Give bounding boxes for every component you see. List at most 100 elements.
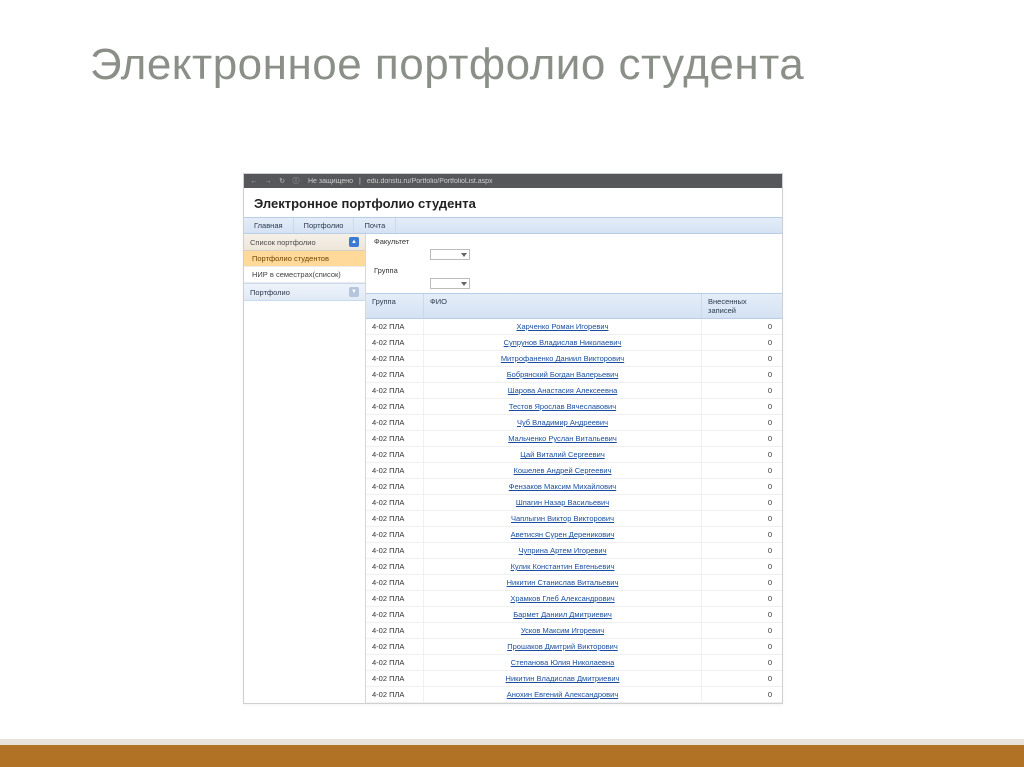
cell-group: 4-02 ПЛА	[366, 639, 424, 654]
cell-group: 4-02 ПЛА	[366, 575, 424, 590]
sidebar-footer[interactable]: Портфолио ▼	[244, 283, 365, 301]
cell-group: 4-02 ПЛА	[366, 319, 424, 334]
sidebar-footer-label: Портфолио	[250, 288, 290, 297]
col-header-fio[interactable]: ФИО	[424, 294, 702, 318]
table-row: 4-02 ПЛАЦай Виталий Сергеевич0	[366, 447, 782, 463]
cell-count: 0	[702, 479, 782, 494]
cell-fio-link[interactable]: Бармет Даниил Дмитриевич	[424, 607, 702, 622]
table-row: 4-02 ПЛАЧаплыгин Виктор Викторович0	[366, 511, 782, 527]
cell-fio-link[interactable]: Храмков Глеб Александрович	[424, 591, 702, 606]
cell-group: 4-02 ПЛА	[366, 687, 424, 702]
back-icon[interactable]: ←	[250, 177, 258, 185]
sidebar-item-student-portfolio[interactable]: Портфолио студентов	[244, 251, 365, 267]
table-row: 4-02 ПЛАПрошаков Дмитрий Викторович0	[366, 639, 782, 655]
faculty-select[interactable]	[430, 249, 470, 260]
cell-group: 4-02 ПЛА	[366, 495, 424, 510]
filter-faculty-row: Факультет	[366, 234, 782, 249]
cell-count: 0	[702, 639, 782, 654]
cell-fio-link[interactable]: Никитин Владислав Дмитриевич	[424, 671, 702, 686]
cell-fio-link[interactable]: Усков Максим Игоревич	[424, 623, 702, 638]
cell-fio-link[interactable]: Чаплыгин Виктор Викторович	[424, 511, 702, 526]
cell-fio-link[interactable]: Митрофаненко Даниил Викторович	[424, 351, 702, 366]
cell-fio-link[interactable]: Фензаков Максим Михайлович	[424, 479, 702, 494]
collapse-up-icon[interactable]: ▲	[349, 237, 359, 247]
cell-fio-link[interactable]: Чуприна Артем Игоревич	[424, 543, 702, 558]
slide-title: Электронное портфолио студента	[90, 40, 804, 91]
cell-group: 4-02 ПЛА	[366, 431, 424, 446]
cell-fio-link[interactable]: Шарова Анастасия Алексеевна	[424, 383, 702, 398]
cell-group: 4-02 ПЛА	[366, 607, 424, 622]
reload-icon[interactable]: ↻	[278, 177, 286, 185]
cell-group: 4-02 ПЛА	[366, 335, 424, 350]
cell-group: 4-02 ПЛА	[366, 351, 424, 366]
sidebar-header-label: Список портфолио	[250, 238, 316, 247]
collapse-down-icon[interactable]: ▼	[349, 287, 359, 297]
col-header-group[interactable]: Группа	[366, 294, 424, 318]
insecure-icon: ⓘ	[292, 177, 300, 185]
cell-fio-link[interactable]: Анохин Евгений Александрович	[424, 687, 702, 702]
cell-count: 0	[702, 655, 782, 670]
table-row: 4-02 ПЛАСупрунов Владислав Николаевич0	[366, 335, 782, 351]
cell-fio-link[interactable]: Супрунов Владислав Николаевич	[424, 335, 702, 350]
cell-fio-link[interactable]: Шпагин Назар Васильевич	[424, 495, 702, 510]
tab-mail[interactable]: Почта	[354, 218, 396, 233]
cell-count: 0	[702, 335, 782, 350]
table-row: 4-02 ПЛАМальченко Руслан Витальевич0	[366, 431, 782, 447]
cell-fio-link[interactable]: Кошелев Андрей Сергеевич	[424, 463, 702, 478]
cell-group: 4-02 ПЛА	[366, 591, 424, 606]
cell-fio-link[interactable]: Никитин Станислав Витальевич	[424, 575, 702, 590]
sidebar-header[interactable]: Список портфолио ▲	[244, 234, 365, 251]
sidebar-item-nir[interactable]: НИР в семестрах(список)	[244, 267, 365, 283]
cell-count: 0	[702, 415, 782, 430]
cell-fio-link[interactable]: Степанова Юлия Николаевна	[424, 655, 702, 670]
address-bar[interactable]: edu.donstu.ru/Portfolio/PortfolioList.as…	[367, 178, 776, 185]
cell-fio-link[interactable]: Кулик Константин Евгеньевич	[424, 559, 702, 574]
table-row: 4-02 ПЛАЧуб Владимир Андреевич0	[366, 415, 782, 431]
table-row: 4-02 ПЛАМитрофаненко Даниил Викторович0	[366, 351, 782, 367]
cell-count: 0	[702, 671, 782, 686]
cell-count: 0	[702, 687, 782, 702]
sidebar: Список портфолио ▲ Портфолио студентов Н…	[244, 234, 366, 703]
table-row: 4-02 ПЛААветисян Сурен Дереникович0	[366, 527, 782, 543]
content-area: Факультет Группа Группа ФИО Внесенных за…	[366, 234, 782, 703]
cell-group: 4-02 ПЛА	[366, 511, 424, 526]
tab-portfolio[interactable]: Портфолио	[294, 218, 355, 233]
cell-group: 4-02 ПЛА	[366, 415, 424, 430]
cell-group: 4-02 ПЛА	[366, 383, 424, 398]
table-row: 4-02 ПЛАСтепанова Юлия Николаевна0	[366, 655, 782, 671]
cell-fio-link[interactable]: Харченко Роман Игоревич	[424, 319, 702, 334]
browser-screenshot: ← → ↻ ⓘ Не защищено | edu.donstu.ru/Port…	[243, 173, 783, 704]
table-row: 4-02 ПЛАНикитин Станислав Витальевич0	[366, 575, 782, 591]
cell-count: 0	[702, 431, 782, 446]
cell-group: 4-02 ПЛА	[366, 447, 424, 462]
cell-count: 0	[702, 527, 782, 542]
col-header-count[interactable]: Внесенных записей	[702, 294, 782, 318]
table-row: 4-02 ПЛАТестов Ярослав Вячеславович0	[366, 399, 782, 415]
table-row: 4-02 ПЛАКошелев Андрей Сергеевич0	[366, 463, 782, 479]
forward-icon[interactable]: →	[264, 177, 272, 185]
cell-fio-link[interactable]: Цай Виталий Сергеевич	[424, 447, 702, 462]
cell-count: 0	[702, 559, 782, 574]
cell-count: 0	[702, 623, 782, 638]
cell-count: 0	[702, 543, 782, 558]
table-row: 4-02 ПЛАХарченко Роман Игоревич0	[366, 319, 782, 335]
group-label: Группа	[374, 266, 398, 275]
group-select[interactable]	[430, 278, 470, 289]
insecure-label: Не защищено	[308, 178, 353, 185]
cell-fio-link[interactable]: Бобрянский Богдан Валерьевич	[424, 367, 702, 382]
tab-main[interactable]: Главная	[244, 218, 294, 233]
cell-group: 4-02 ПЛА	[366, 479, 424, 494]
cell-fio-link[interactable]: Прошаков Дмитрий Викторович	[424, 639, 702, 654]
cell-fio-link[interactable]: Тестов Ярослав Вячеславович	[424, 399, 702, 414]
grid-header: Группа ФИО Внесенных записей	[366, 293, 782, 319]
cell-fio-link[interactable]: Чуб Владимир Андреевич	[424, 415, 702, 430]
table-row: 4-02 ПЛААнохин Евгений Александрович0	[366, 687, 782, 703]
grid-body: 4-02 ПЛАХарченко Роман Игоревич04-02 ПЛА…	[366, 319, 782, 703]
top-tabs: Главная Портфолио Почта	[244, 217, 782, 234]
cell-fio-link[interactable]: Аветисян Сурен Дереникович	[424, 527, 702, 542]
browser-chrome: ← → ↻ ⓘ Не защищено | edu.donstu.ru/Port…	[244, 174, 782, 188]
cell-fio-link[interactable]: Мальченко Руслан Витальевич	[424, 431, 702, 446]
cell-count: 0	[702, 351, 782, 366]
cell-group: 4-02 ПЛА	[366, 671, 424, 686]
cell-count: 0	[702, 463, 782, 478]
